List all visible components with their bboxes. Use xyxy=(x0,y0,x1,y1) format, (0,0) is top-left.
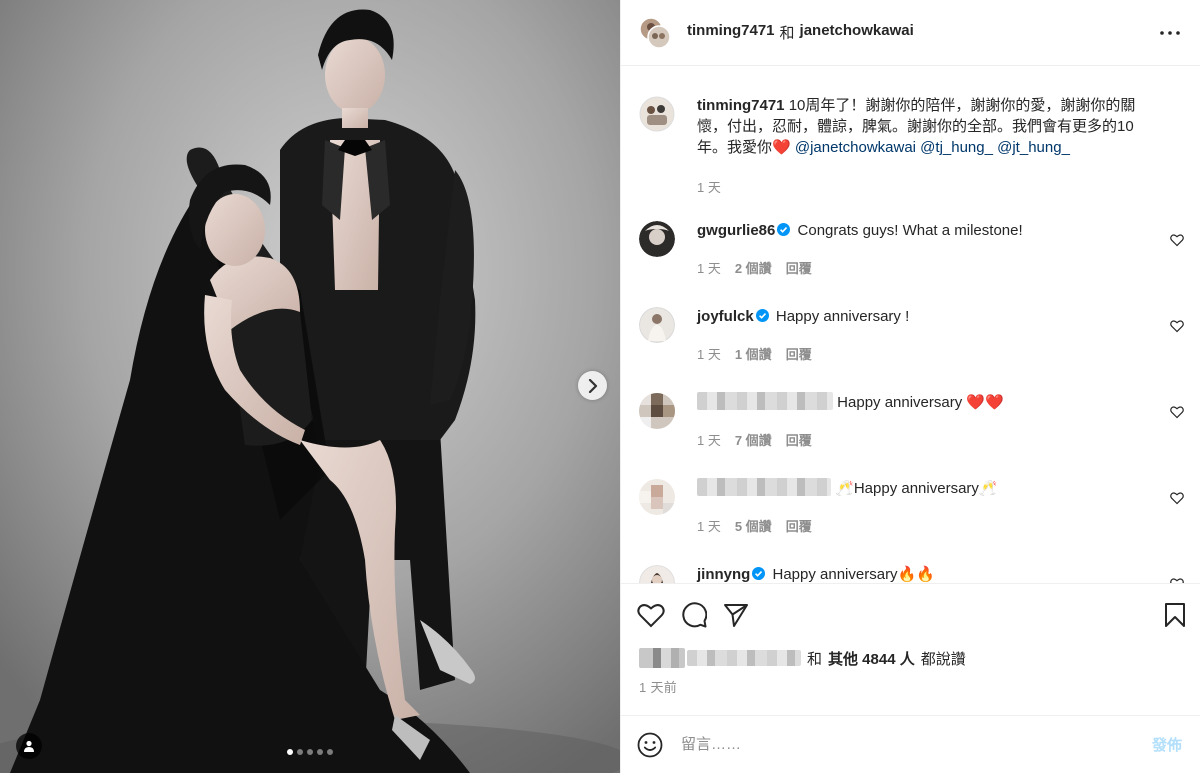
heart-outline-icon[interactable] xyxy=(1170,233,1184,247)
comments-list[interactable]: tinming7471 10周年了！謝謝你的陪伴，謝謝你的愛，謝謝你的關懷，付出… xyxy=(621,66,1200,583)
caption-time[interactable]: 1 天 xyxy=(697,177,721,196)
owner-username[interactable]: tinming7471 xyxy=(687,22,775,43)
bookmark-icon[interactable] xyxy=(1164,602,1186,628)
comment-text: Happy anniversary🔥🔥 xyxy=(772,566,935,583)
action-bar xyxy=(621,583,1200,645)
comment-text: Happy anniversary ❤️❤️ xyxy=(837,394,1004,411)
couple-photo xyxy=(0,0,620,773)
comment-username[interactable]: jinnyng xyxy=(697,566,750,583)
blurred-username xyxy=(697,392,833,410)
heart-outline-icon[interactable] xyxy=(1170,577,1184,583)
comment-like-count[interactable]: 1 個讚 xyxy=(735,344,772,363)
carousel-dot xyxy=(317,749,323,755)
comment-time[interactable]: 1 天 xyxy=(697,258,721,277)
verified-badge-icon xyxy=(755,309,769,322)
comment-icon[interactable] xyxy=(681,601,707,628)
likes-suffix: 都說讚 xyxy=(920,650,966,668)
user-tag-icon xyxy=(24,740,34,752)
avatar[interactable] xyxy=(639,96,675,132)
heart-outline-icon[interactable] xyxy=(1170,405,1184,419)
comment-username[interactable]: joyfulck xyxy=(697,308,754,325)
carousel-dot xyxy=(307,749,313,755)
carousel-indicator xyxy=(0,749,620,755)
chevron-right-icon xyxy=(588,378,597,393)
smiley-icon[interactable] xyxy=(637,732,663,758)
verified-badge-icon xyxy=(752,567,766,580)
reply-button[interactable]: 回覆 xyxy=(786,258,812,277)
post-media[interactable] xyxy=(0,0,620,773)
carousel-dot xyxy=(327,749,333,755)
tagged-users-button[interactable] xyxy=(16,733,42,759)
mention-link[interactable]: @janetchowkawai xyxy=(795,139,916,156)
collab-avatar[interactable] xyxy=(639,16,671,49)
heart-outline-icon[interactable] xyxy=(1170,491,1184,505)
comment-text: Congrats guys! What a milestone! xyxy=(797,222,1023,239)
heart-emoji: ❤️ xyxy=(772,139,791,156)
more-horizontal-icon xyxy=(1160,30,1180,35)
comment-time[interactable]: 1 天 xyxy=(697,344,721,363)
post-comment-button[interactable]: 發佈 xyxy=(1152,734,1182,755)
comment-text: 🥂Happy anniversary🥂 xyxy=(835,480,998,497)
reply-button[interactable]: 回覆 xyxy=(786,516,812,535)
avatar[interactable] xyxy=(639,565,675,583)
mention-link[interactable]: @jt_hung_ xyxy=(997,139,1070,156)
heart-outline-icon[interactable] xyxy=(1170,319,1184,333)
comment-time[interactable]: 1 天 xyxy=(697,430,721,449)
comment-like-count[interactable]: 5 個讚 xyxy=(735,516,772,535)
verified-badge-icon xyxy=(777,223,791,236)
comment-input[interactable] xyxy=(681,736,1152,753)
blurred-username xyxy=(697,478,831,496)
next-photo-button[interactable] xyxy=(578,371,607,400)
comment-like-count[interactable]: 2 個讚 xyxy=(735,258,772,277)
blurred-liker-avatar xyxy=(639,648,685,668)
likes-and: 和 xyxy=(807,650,823,668)
mention-link[interactable]: @tj_hung_ xyxy=(920,139,993,156)
post-author-line: tinming7471 和 janetchowkawai xyxy=(687,22,914,43)
avatar[interactable] xyxy=(639,479,675,515)
likes-others-link[interactable]: 其他 4844 人 xyxy=(828,648,915,669)
comment-time[interactable]: 1 天 xyxy=(697,516,721,535)
comment-like-count[interactable]: 7 個讚 xyxy=(735,430,772,449)
carousel-dot xyxy=(297,749,303,755)
more-options-button[interactable] xyxy=(1158,21,1182,45)
paper-plane-icon[interactable] xyxy=(723,602,749,628)
carousel-dot xyxy=(287,749,293,755)
liker-avatars[interactable] xyxy=(639,648,801,668)
comment-username[interactable]: gwgurlie86 xyxy=(697,222,775,239)
reply-button[interactable]: 回覆 xyxy=(786,344,812,363)
post-time[interactable]: 1 天前 xyxy=(621,671,1200,701)
post-header: tinming7471 和 janetchowkawai xyxy=(621,0,1200,66)
post-dialog: tinming7471 和 janetchowkawai tinming7471… xyxy=(0,0,1200,773)
avatar[interactable] xyxy=(639,221,675,257)
comment-text: Happy anniversary ! xyxy=(775,308,910,325)
and-label: 和 xyxy=(779,25,795,42)
heart-outline-icon[interactable] xyxy=(637,602,665,628)
post-side-panel: tinming7471 和 janetchowkawai tinming7471… xyxy=(620,0,1200,773)
avatar[interactable] xyxy=(639,307,675,343)
collaborator-username[interactable]: janetchowkawai xyxy=(800,22,914,43)
caption-username[interactable]: tinming7471 xyxy=(697,97,785,114)
blurred-liker-name xyxy=(687,650,801,666)
comment-composer: 發佈 xyxy=(621,715,1200,773)
reply-button[interactable]: 回覆 xyxy=(786,430,812,449)
likes-summary: 和 其他 4844 人 都說讚 xyxy=(621,645,1200,671)
avatar[interactable] xyxy=(639,393,675,429)
